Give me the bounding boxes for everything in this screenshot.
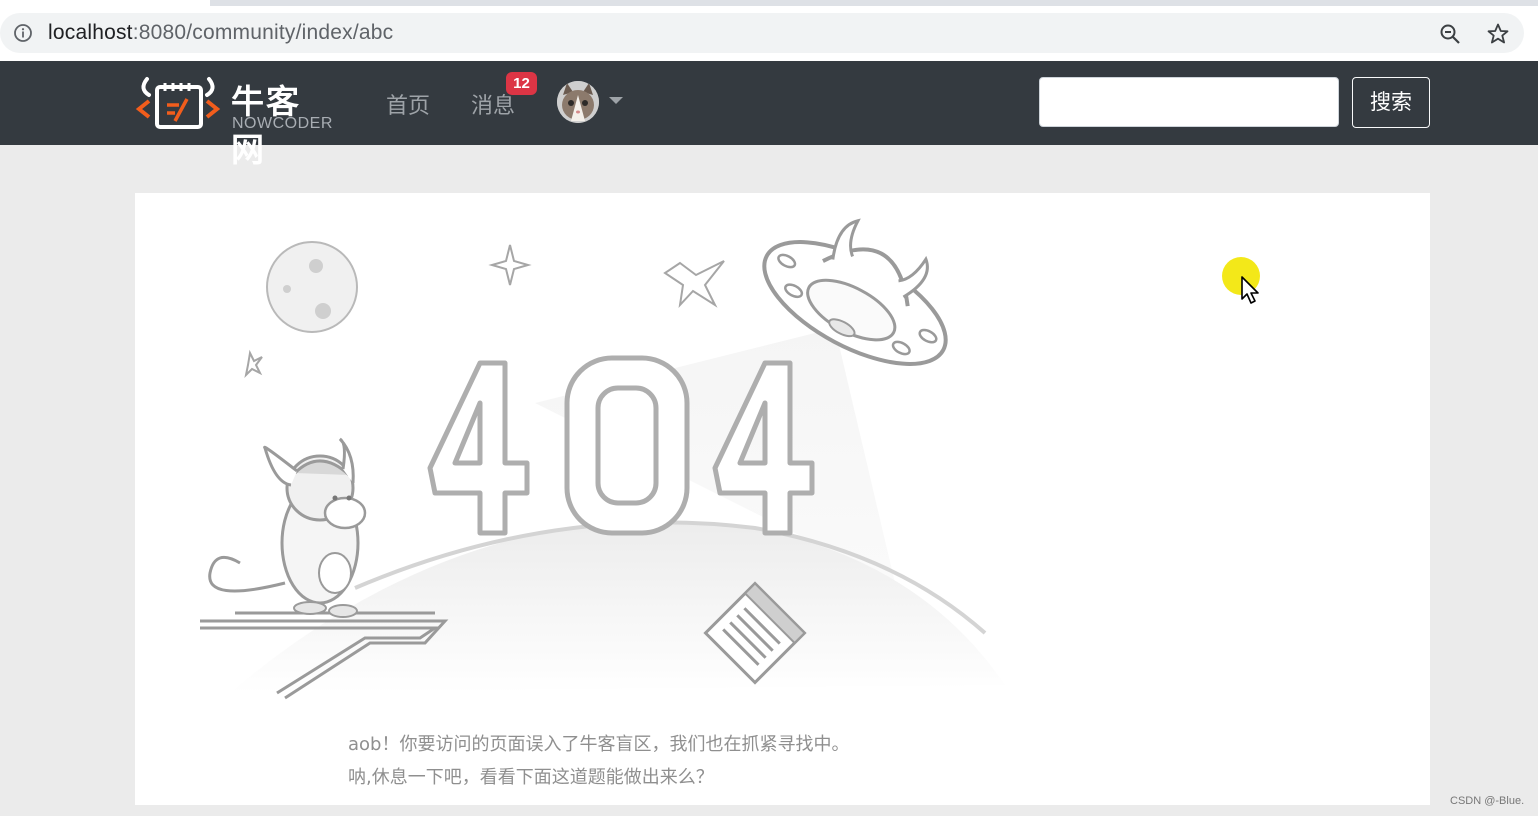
bookmark-star-icon[interactable] (1486, 22, 1510, 46)
nav-home-link[interactable]: 首页 (386, 88, 430, 120)
user-dropdown-caret-icon[interactable] (609, 97, 623, 104)
moon-icon (266, 241, 358, 333)
logo-text-en: NOWCODER (232, 115, 333, 132)
user-avatar[interactable] (557, 81, 599, 123)
url-text[interactable]: localhost:8080/community/index/abc (48, 21, 393, 45)
search-button[interactable]: 搜索 (1352, 77, 1430, 128)
watermark-text: CSDN @-Blue. (1450, 795, 1525, 807)
error-message-line2: 呐,休息一下吧，看看下面这道题能做出来么？ (348, 767, 714, 788)
site-logo[interactable]: 牛客网 NOWCODER (135, 73, 335, 169)
zoom-out-icon[interactable] (1438, 22, 1462, 46)
browser-address-bar: localhost:8080/community/index/abc (0, 6, 1538, 61)
url-host: localhost (48, 21, 133, 44)
cat-avatar-image (557, 81, 599, 123)
url-path: :8080/community/index/abc (132, 21, 394, 44)
site-navbar: 牛客网 NOWCODER 首页 消息 12 搜索 (0, 61, 1538, 169)
monkey-mascot-icon (208, 437, 367, 618)
error-message: aob！你要访问的页面误入了牛客盲区，我们也在抓紧寻找中。 呐,休息一下吧，看看… (348, 728, 849, 794)
omnibox[interactable]: localhost:8080/community/index/abc (0, 13, 1524, 53)
sparkle-icon (488, 244, 532, 286)
nowcoder-logo-icon (135, 77, 221, 129)
error-message-line1: aob！你要访问的页面误入了牛客盲区，我们也在抓紧寻找中。 (348, 734, 850, 755)
info-icon[interactable] (13, 23, 33, 43)
message-count-badge: 12 (506, 72, 537, 95)
mouse-pointer-icon (1241, 276, 1259, 304)
404-illustration (200, 218, 1005, 700)
sparkle-icon (663, 260, 725, 309)
search-input[interactable] (1039, 77, 1339, 127)
small-star-icon (244, 349, 263, 379)
